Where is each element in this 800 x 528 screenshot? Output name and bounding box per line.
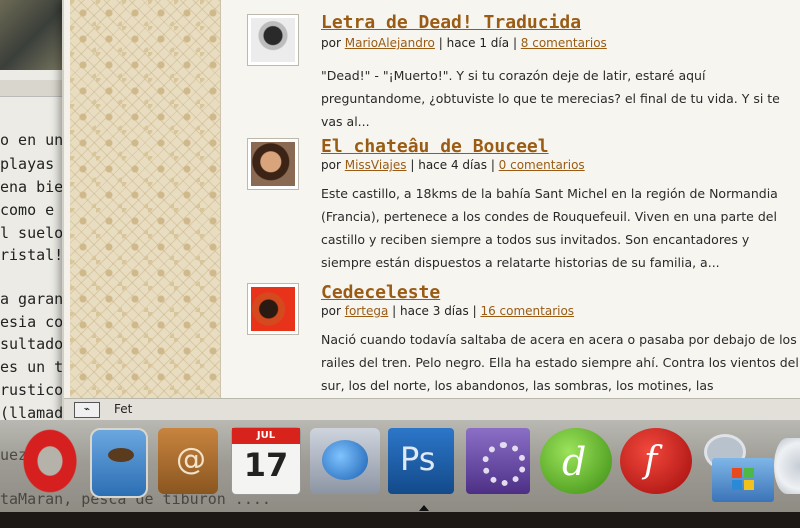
post-excerpt: Nació cuando todavía saltaba de acera en…: [321, 332, 799, 393]
author-prefix: por: [321, 304, 341, 318]
dvd-icon[interactable]: [774, 438, 800, 494]
post-title-link[interactable]: Cedeceleste: [321, 282, 440, 303]
dreamweaver-icon[interactable]: d: [540, 428, 612, 494]
comments-link[interactable]: 16 comentarios: [480, 304, 574, 318]
post-excerpt: Este castillo, a 18kms de la bahía Sant …: [321, 186, 778, 270]
author-avatar[interactable]: [247, 138, 299, 190]
background-photo: [0, 0, 70, 70]
windows-icon[interactable]: [712, 458, 774, 502]
author-avatar[interactable]: [247, 14, 299, 66]
post-meta: por MarioAlejandro | hace 1 día | 8 come…: [321, 36, 607, 50]
post-time: hace 1 día: [446, 36, 510, 50]
background-text-line: rustico: [0, 381, 64, 399]
background-text-line: sultado: [0, 335, 64, 353]
flash-icon[interactable]: f: [620, 428, 692, 494]
author-avatar[interactable]: [247, 283, 299, 335]
post-title-link[interactable]: El chateâu de Bouceel: [321, 136, 549, 157]
ical-icon[interactable]: JUL 17: [232, 428, 300, 494]
background-text-line: l suelo: [0, 224, 64, 242]
background-text-line: como e: [0, 201, 55, 219]
post-meta: por fortega | hace 3 días | 16 comentari…: [321, 304, 575, 318]
preview-eagle-icon[interactable]: [90, 428, 148, 498]
screen-bezel: [0, 512, 800, 528]
author-link[interactable]: MissViajes: [345, 158, 407, 172]
status-icon[interactable]: ⌁: [74, 402, 100, 418]
post-list: Letra de Dead! Traducida por MarioAlejan…: [221, 0, 800, 398]
status-text: Fet: [114, 402, 133, 416]
system-preferences-icon[interactable]: [466, 428, 530, 494]
address-book-icon[interactable]: @: [158, 428, 218, 494]
post-title-link[interactable]: Letra de Dead! Traducida: [321, 12, 581, 33]
network-utility-icon[interactable]: [310, 428, 380, 494]
post-time: hace 3 días: [399, 304, 469, 318]
author-link[interactable]: fortega: [345, 304, 389, 318]
opera-icon[interactable]: [22, 428, 78, 494]
comments-link[interactable]: 0 comentarios: [499, 158, 585, 172]
photoshop-icon[interactable]: Ps: [388, 428, 454, 494]
background-text-line: o en un: [0, 131, 64, 149]
author-prefix: por: [321, 158, 341, 172]
decorative-wallpaper-sidebar: [70, 0, 221, 398]
status-bar: ⌁ Fet: [64, 398, 800, 420]
author-prefix: por: [321, 36, 341, 50]
author-link[interactable]: MarioAlejandro: [345, 36, 435, 50]
running-indicator: [419, 505, 429, 511]
comments-link[interactable]: 8 comentarios: [521, 36, 607, 50]
browser-window: Letra de Dead! Traducida por MarioAlejan…: [62, 0, 800, 420]
post-time: hace 4 días: [418, 158, 487, 172]
post-excerpt: "Dead!" - "¡Muerto!". Y si tu corazón de…: [321, 68, 780, 129]
post-meta: por MissViajes | hace 4 días | 0 comenta…: [321, 158, 585, 172]
background-toolbar: [0, 80, 70, 97]
